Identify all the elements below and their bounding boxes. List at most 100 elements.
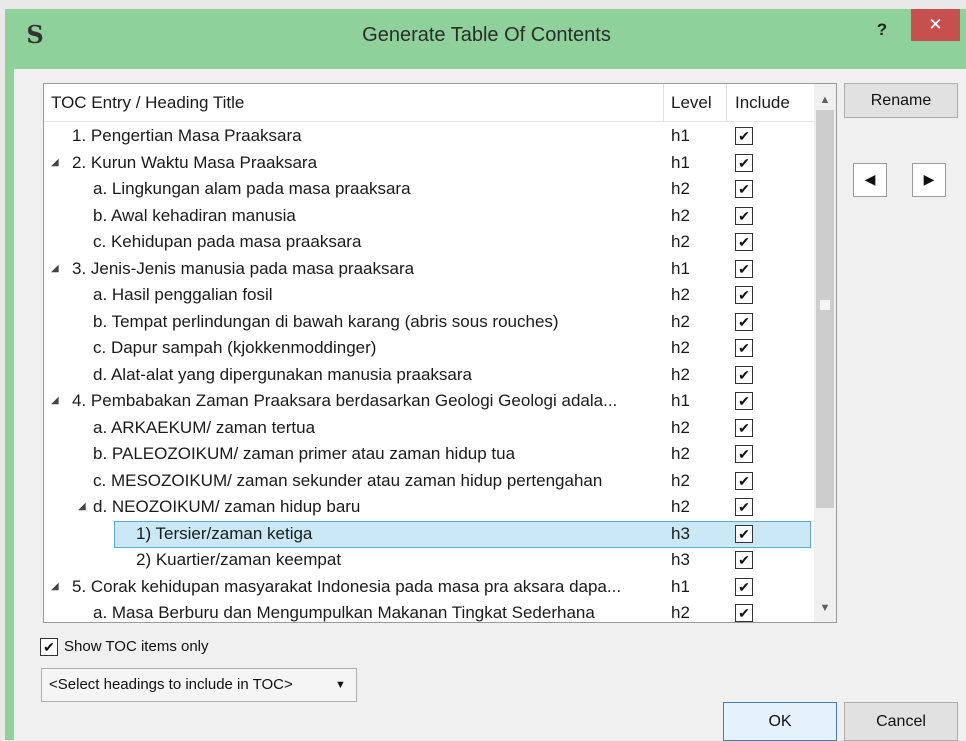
rename-button[interactable]: Rename [844,83,958,118]
include-checkbox[interactable]: ✔ [735,445,753,463]
table-rows: 1. Pengertian Masa Praaksara h1 ✔ ◢ 2. Kurun… [44,123,814,622]
row-title: 3. Jenis-Jenis manusia pada masa praaksa… [72,258,415,278]
collapse-triangle-icon[interactable]: ◢ [51,150,59,176]
vertical-scrollbar[interactable]: ▲ ▼ [814,84,836,622]
table-row[interactable]: 1) Tersier/zaman ketiga h3 ✔ [44,520,814,548]
include-checkbox[interactable]: ✔ [735,392,753,410]
row-title: c. Kehidupan pada masa praaksara [93,232,362,251]
row-level: h2 [671,205,690,225]
row-level: h2 [671,285,690,304]
table-row[interactable]: 2) Kuartier/zaman keempat h3 ✔ [44,547,814,574]
heading-select-dropdown[interactable]: <Select headings to include in TOC> ▼ [41,668,357,702]
table-row[interactable]: a. Masa Berburu dan Mengumpulkan Makanan… [44,600,814,622]
include-checkbox[interactable]: ✔ [735,180,753,198]
include-checkbox[interactable]: ✔ [735,312,753,331]
include-checkbox[interactable]: ✔ [735,286,753,304]
table-row[interactable]: b. Awal kehadiran manusia h2 ✔ [44,203,814,230]
row-level: h1 [671,576,690,596]
arrow-right-icon[interactable]: ▶ [912,163,946,197]
column-header-title[interactable]: TOC Entry / Heading Title [51,84,244,121]
row-title: b. Awal kehadiran manusia [93,205,296,225]
include-checkbox[interactable]: ✔ [735,604,753,622]
cancel-button[interactable]: Cancel [844,702,958,741]
row-title: a. Lingkungan alam pada masa praaksara [93,179,411,198]
include-checkbox[interactable]: ✔ [735,233,753,251]
row-level: h3 [671,550,690,569]
include-checkbox[interactable]: ✔ [735,418,753,437]
row-title: c. MESOZOIKUM/ zaman sekunder atau zaman… [93,470,603,490]
table-row[interactable]: a. ARKAEKUM/ zaman tertua h2 ✔ [44,415,814,442]
include-checkbox[interactable]: ✔ [735,471,753,490]
row-level: h2 [671,179,690,198]
table-row[interactable]: ◢ 3. Jenis-Jenis manusia pada masa praaks… [44,256,814,283]
row-title: 2. Kurun Waktu Masa Praaksara [72,152,318,172]
row-title: a. Masa Berburu dan Mengumpulkan Makanan… [93,603,595,622]
chevron-down-icon[interactable]: ▼ [814,597,836,619]
dialog-body: TOC Entry / Heading Title Level Include … [14,69,966,741]
row-level: h2 [671,311,690,331]
row-level: h2 [671,338,690,357]
include-checkbox[interactable]: ✔ [735,498,753,516]
table-row[interactable]: c. MESOZOIKUM/ zaman sekunder atau zaman… [44,468,814,495]
include-checkbox[interactable]: ✔ [735,153,753,172]
include-checkbox[interactable]: ✔ [735,577,753,596]
row-title: d. Alat-alat yang dipergunakan manusia p… [93,364,472,384]
column-header-level[interactable]: Level [671,84,712,121]
ok-button[interactable]: OK [723,702,837,741]
row-title: a. Hasil penggalian fosil [93,285,273,304]
table-row[interactable]: ◢ 2. Kurun Waktu Masa Praaksara h1 ✔ [44,150,814,177]
help-button[interactable]: ? [870,17,894,43]
row-level: h1 [671,391,690,410]
table-row[interactable]: b. Tempat perlindungan di bawah karang (… [44,309,814,336]
row-title: c. Dapur sampah (kjokkenmoddinger) [93,338,377,357]
row-title: b. PALEOZOIKUM/ zaman primer atau zaman … [93,444,516,463]
heading-select-value: <Select headings to include in TOC> [49,676,293,693]
row-title: b. Tempat perlindungan di bawah karang (… [93,311,559,331]
scroll-grip [820,300,830,310]
row-title: 1. Pengertian Masa Praaksara [72,126,302,145]
row-level: h2 [671,364,690,384]
column-divider[interactable] [726,84,727,121]
caret-down-icon: ▼ [335,679,346,691]
row-title: 5. Corak kehidupan masyarakat Indonesia … [72,576,622,596]
table-row[interactable]: ◢ 4. Pembabakan Zaman Praaksara berdasark… [44,388,814,415]
include-checkbox[interactable]: ✔ [735,206,753,225]
table-row[interactable]: d. Alat-alat yang dipergunakan manusia p… [44,362,814,389]
row-title: 4. Pembabakan Zaman Praaksara berdasarka… [72,391,618,410]
include-checkbox[interactable]: ✔ [735,339,753,357]
table-row[interactable]: c. Kehidupan pada masa praaksara h2 ✔ [44,229,814,256]
table-row[interactable]: ◢ 5. Corak kehidupan masyarakat Indonesia… [44,574,814,601]
include-checkbox[interactable]: ✔ [735,259,753,278]
collapse-triangle-icon[interactable]: ◢ [51,388,59,414]
include-checkbox[interactable]: ✔ [735,365,753,384]
row-level: h2 [671,497,690,516]
close-button[interactable]: ✕ [911,9,960,41]
table-row[interactable]: ◢ d. NEOZOIKUM/ zaman hidup baru h2 ✔ [44,494,814,521]
scroll-thumb[interactable] [816,110,834,508]
chevron-up-icon[interactable]: ▲ [814,89,836,111]
collapse-triangle-icon[interactable]: ◢ [78,494,86,520]
collapse-triangle-icon[interactable]: ◢ [51,574,59,600]
include-checkbox[interactable]: ✔ [735,524,753,543]
row-level: h2 [671,444,690,463]
title-bar[interactable]: S Generate Table Of Contents ? ✕ [5,9,966,61]
show-toc-only-checkbox[interactable]: ✔ [40,638,58,656]
row-level: h2 [671,603,690,622]
collapse-triangle-icon[interactable]: ◢ [51,256,59,282]
include-checkbox[interactable]: ✔ [735,551,753,569]
table-row[interactable]: a. Hasil penggalian fosil h2 ✔ [44,282,814,309]
dialog-window: S Generate Table Of Contents ? ✕ TOC Ent… [5,9,966,741]
dialog-title: Generate Table Of Contents [362,24,611,46]
table-row[interactable]: 1. Pengertian Masa Praaksara h1 ✔ [44,123,814,150]
column-header-include[interactable]: Include [735,84,790,121]
table-row[interactable]: a. Lingkungan alam pada masa praaksara h2… [44,176,814,203]
toc-tree-table[interactable]: TOC Entry / Heading Title Level Include … [43,83,837,623]
arrow-left-icon[interactable]: ◀ [853,163,887,197]
row-level: h2 [671,232,690,251]
column-divider[interactable] [663,84,664,121]
show-toc-only-label: Show TOC items only [64,638,209,655]
table-row[interactable]: c. Dapur sampah (kjokkenmoddinger) h2 ✔ [44,335,814,362]
row-level: h3 [671,523,690,543]
table-row[interactable]: b. PALEOZOIKUM/ zaman primer atau zaman … [44,441,814,468]
include-checkbox[interactable]: ✔ [735,127,753,145]
